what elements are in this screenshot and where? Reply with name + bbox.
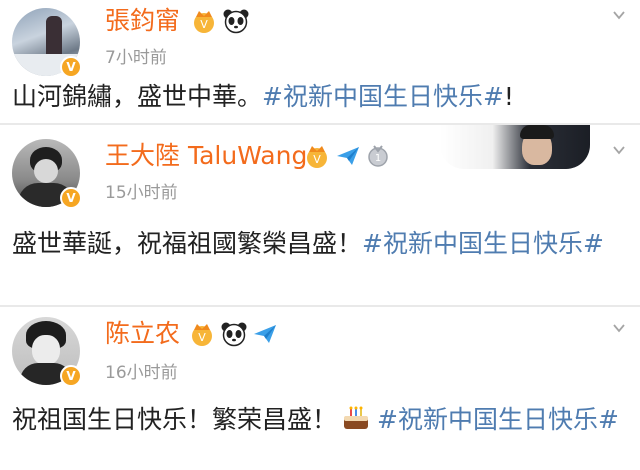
post-text: 山河錦繡，盛世中華。 — [12, 82, 263, 111]
topic-link[interactable]: #祝新中国生日快乐# — [362, 229, 604, 258]
svg-text:V: V — [198, 331, 206, 344]
panda-icon — [221, 322, 247, 347]
crown-badge-icon: V — [192, 324, 212, 346]
chevron-down-icon[interactable] — [612, 8, 626, 22]
svg-text:V: V — [313, 153, 321, 166]
author-name[interactable]: 王大陸 TaluWang — [105, 141, 307, 171]
post-card[interactable]: V 張鈞甯 V 7小时前 山河錦繡，盛世中華。#祝新中国生日快乐#! — [0, 0, 640, 123]
post-suffix: ! — [503, 82, 514, 111]
verified-badge-icon: V — [60, 56, 82, 78]
paper-plane-icon — [337, 147, 359, 165]
chevron-down-icon[interactable] — [612, 143, 626, 157]
svg-text:1: 1 — [375, 153, 381, 164]
post-card[interactable]: V 陈立农 V 16小时前 祝祖国生日快乐！繁荣昌盛！ #祝新中国生日快乐# — [0, 307, 640, 470]
medal-icon: 1 — [368, 145, 388, 167]
card-banner — [440, 125, 590, 169]
author-name[interactable]: 張鈞甯 — [105, 6, 180, 36]
svg-text:V: V — [200, 18, 208, 31]
paper-plane-icon — [254, 325, 276, 343]
avatar[interactable]: V — [12, 139, 82, 209]
post-content: 山河錦繡，盛世中華。#祝新中国生日快乐#! — [12, 78, 622, 115]
chevron-down-icon[interactable] — [612, 321, 626, 335]
topic-link[interactable]: #祝新中国生日快乐# — [377, 405, 619, 434]
verified-badge-icon: V — [60, 187, 82, 209]
post-card[interactable]: V 王大陸 TaluWang V 1 15小时前 盛世華誕，祝福祖國繁榮昌盛！#… — [0, 125, 640, 305]
post-time: 16小时前 — [105, 363, 178, 383]
post-time: 7小时前 — [105, 48, 167, 68]
verified-badge-icon: V — [60, 365, 82, 387]
post-content: 盛世華誕，祝福祖國繁榮昌盛！#祝新中国生日快乐# — [12, 225, 622, 262]
post-text: 祝祖国生日快乐！繁荣昌盛！ — [12, 405, 338, 434]
crown-badge-icon: V — [307, 146, 327, 168]
post-text: 盛世華誕，祝福祖國繁榮昌盛！ — [12, 229, 363, 258]
post-time: 15小时前 — [105, 183, 178, 203]
birthday-cake-icon — [344, 406, 369, 429]
avatar[interactable]: V — [12, 317, 82, 387]
panda-icon — [223, 9, 249, 34]
topic-link[interactable]: #祝新中国生日快乐# — [262, 82, 504, 111]
avatar[interactable]: V — [12, 8, 82, 78]
post-content: 祝祖国生日快乐！繁荣昌盛！ #祝新中国生日快乐# — [12, 401, 622, 438]
crown-badge-icon: V — [194, 11, 214, 33]
author-name[interactable]: 陈立农 — [105, 319, 180, 349]
